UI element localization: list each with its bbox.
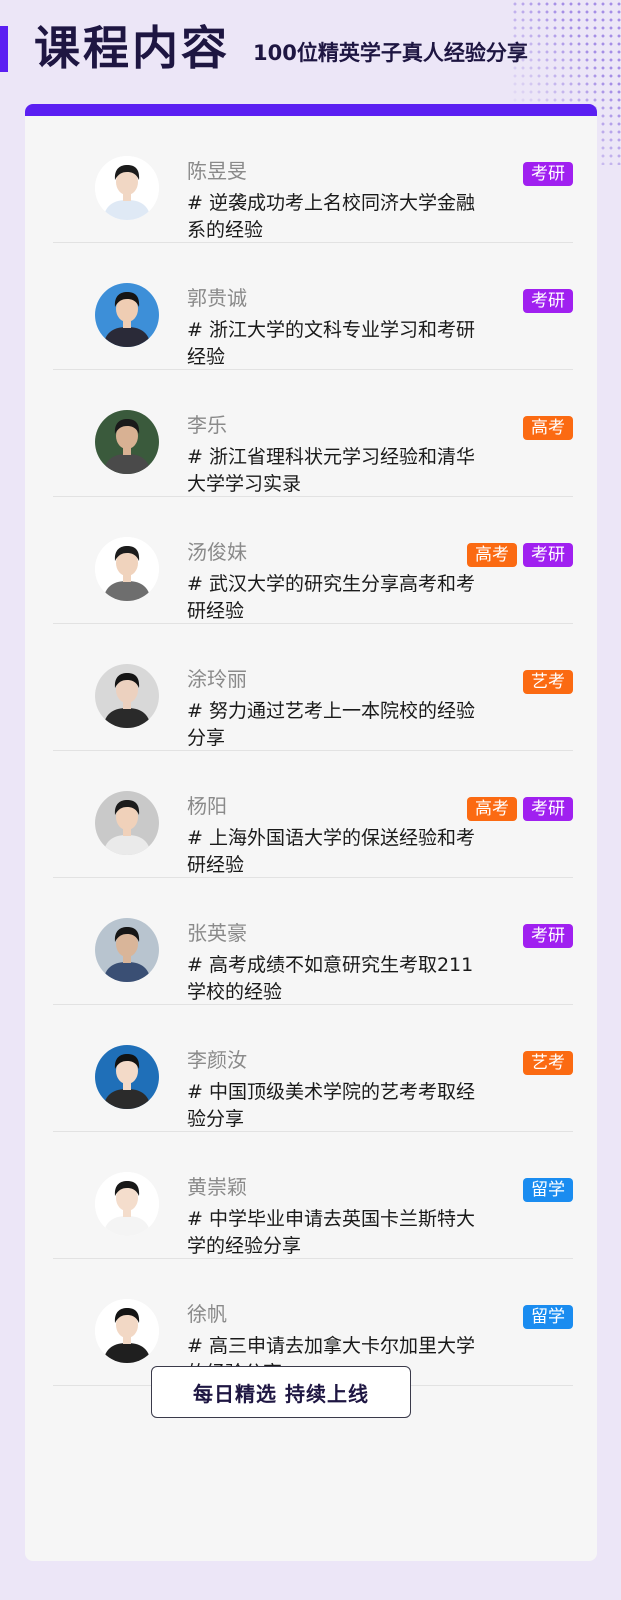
avatar [95,664,159,728]
student-name: 李颜汝 [187,1048,247,1072]
student-row[interactable]: 杨阳 # 上海外国语大学的保送经验和考研经验 高考 考研 [53,751,573,878]
avatar [95,410,159,474]
student-row[interactable]: 陈昱旻 # 逆袭成功考上名校同济大学金融系的经验 考研 [53,116,573,243]
category-tag-yikao: 艺考 [523,670,573,694]
category-tag-yikao: 艺考 [523,1051,573,1075]
student-name: 涂玲丽 [187,667,247,691]
header: 课程内容 100位精英学子真人经验分享 [0,0,621,100]
student-row[interactable]: 黄崇颖 # 中学毕业申请去英国卡兰斯特大学的经验分享 留学 [53,1132,573,1259]
student-topic: # 中学毕业申请去英国卡兰斯特大学的经验分享 [187,1208,475,1257]
category-tag-kaoyan: 考研 [523,543,573,567]
tag-group: 艺考 [523,1051,573,1075]
tag-group: 考研 [523,289,573,313]
tag-group: 考研 [523,162,573,186]
tag-group: 高考 [523,416,573,440]
daily-picks-button[interactable]: 每日精选 持续上线 [151,1366,411,1418]
student-name: 郭贵诚 [187,286,247,310]
tag-group: 考研 [523,924,573,948]
category-tag-liuxue: 留学 [523,1178,573,1202]
card-top-accent [25,104,597,116]
tag-group: 高考 考研 [467,543,573,567]
category-tag-kaoyan: 考研 [523,289,573,313]
category-tag-liuxue: 留学 [523,1305,573,1329]
avatar [95,1172,159,1236]
student-topic: # 武汉大学的研究生分享高考和考研经验 [187,573,475,622]
student-row[interactable]: 李颜汝 # 中国顶级美术学院的艺考考取经验分享 艺考 [53,1005,573,1132]
student-topic: # 逆袭成功考上名校同济大学金融系的经验 [187,192,475,241]
category-tag-gaokao: 高考 [467,797,517,821]
student-row[interactable]: 张英豪 # 高考成绩不如意研究生考取211学校的经验 考研 [53,878,573,1005]
student-name: 杨阳 [187,794,227,818]
student-topic: # 上海外国语大学的保送经验和考研经验 [187,827,475,876]
avatar [95,283,159,347]
student-row[interactable]: 郭贵诚 # 浙江大学的文科专业学习和考研经验 考研 [53,243,573,370]
course-content-card: 陈昱旻 # 逆袭成功考上名校同济大学金融系的经验 考研 郭贵诚 # 浙江大学的文科专业学… [25,104,597,1561]
avatar [95,537,159,601]
title-accent-bar [0,26,8,72]
student-topic: # 努力通过艺考上一本院校的经验分享 [187,700,475,749]
student-topic: # 中国顶级美术学院的艺考考取经验分享 [187,1081,475,1130]
student-topic: # 浙江省理科状元学习经验和清华大学学习实录 [187,446,475,495]
student-name: 李乐 [187,413,227,437]
avatar [95,1045,159,1109]
student-list: 陈昱旻 # 逆袭成功考上名校同济大学金融系的经验 考研 郭贵诚 # 浙江大学的文科专业学… [53,116,573,1386]
category-tag-kaoyan: 考研 [523,162,573,186]
page-title: 课程内容 [34,21,230,75]
page-subtitle: 100位精英学子真人经验分享 [253,41,528,65]
tag-group: 留学 [523,1178,573,1202]
tag-group: 留学 [523,1305,573,1329]
student-topic: # 高考成绩不如意研究生考取211学校的经验 [187,954,474,1003]
category-tag-gaokao: 高考 [467,543,517,567]
student-name: 黄崇颖 [187,1175,247,1199]
student-topic: # 浙江大学的文科专业学习和考研经验 [187,319,475,368]
category-tag-kaoyan: 考研 [523,924,573,948]
category-tag-gaokao: 高考 [523,416,573,440]
student-row[interactable]: 李乐 # 浙江省理科状元学习经验和清华大学学习实录 高考 [53,370,573,497]
student-name: 徐帆 [187,1302,227,1326]
student-row[interactable]: 涂玲丽 # 努力通过艺考上一本院校的经验分享 艺考 [53,624,573,751]
avatar [95,156,159,220]
student-name: 张英豪 [187,921,247,945]
tag-group: 艺考 [523,670,573,694]
avatar [95,791,159,855]
student-name: 汤俊妹 [187,540,247,564]
tag-group: 高考 考研 [467,797,573,821]
avatar [95,918,159,982]
student-row[interactable]: 汤俊妹 # 武汉大学的研究生分享高考和考研经验 高考 考研 [53,497,573,624]
student-name: 陈昱旻 [187,159,247,183]
category-tag-kaoyan: 考研 [523,797,573,821]
avatar [95,1299,159,1363]
